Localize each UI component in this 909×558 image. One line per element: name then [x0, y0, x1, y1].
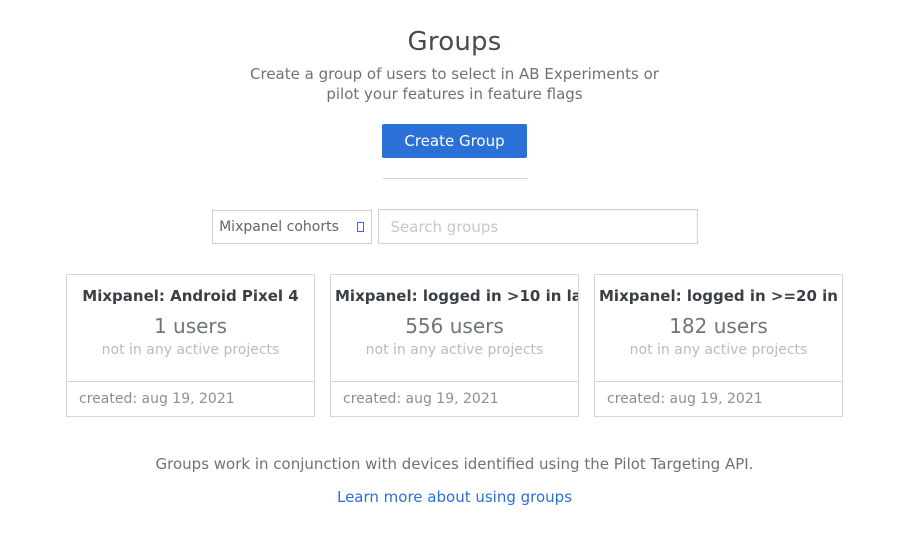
group-card[interactable]: Mixpanel: Android Pixel 4 1 users not in… [66, 274, 315, 417]
subtitle-line-2: pilot your features in feature flags [0, 84, 909, 104]
subtitle-line-1: Create a group of users to select in AB … [0, 64, 909, 84]
dropdown-glyph-icon [357, 222, 364, 232]
group-card-body: Mixpanel: logged in >=20 in last 30... 1… [595, 275, 842, 381]
group-card[interactable]: Mixpanel: logged in >10 in last 30 ... 5… [330, 274, 579, 417]
group-status: not in any active projects [331, 342, 578, 358]
group-created-date: created: aug 19, 2021 [67, 381, 314, 416]
group-status: not in any active projects [67, 342, 314, 358]
group-user-count: 1 users [67, 314, 314, 338]
search-groups-input[interactable] [378, 209, 698, 244]
page-title: Groups [0, 27, 909, 57]
page-subtitle: Create a group of users to select in AB … [0, 64, 909, 104]
cohort-source-dropdown[interactable]: Mixpanel cohorts [212, 210, 372, 244]
group-card[interactable]: Mixpanel: logged in >=20 in last 30... 1… [594, 274, 843, 417]
page-header: Groups Create a group of users to select… [0, 0, 909, 179]
cohort-source-value: Mixpanel cohorts [219, 219, 339, 235]
create-group-button[interactable]: Create Group [382, 124, 526, 158]
group-created-date: created: aug 19, 2021 [595, 381, 842, 416]
learn-more-link[interactable]: Learn more about using groups [337, 488, 572, 506]
group-card-body: Mixpanel: logged in >10 in last 30 ... 5… [331, 275, 578, 381]
group-title: Mixpanel: logged in >=20 in last 30... [595, 287, 842, 305]
header-divider [383, 178, 527, 179]
group-user-count: 182 users [595, 314, 842, 338]
footer-info-text: Groups work in conjunction with devices … [0, 455, 909, 473]
group-card-body: Mixpanel: Android Pixel 4 1 users not in… [67, 275, 314, 381]
group-user-count: 556 users [331, 314, 578, 338]
group-title: Mixpanel: Android Pixel 4 [67, 287, 314, 305]
group-title: Mixpanel: logged in >10 in last 30 ... [331, 287, 578, 305]
group-cards-row: Mixpanel: Android Pixel 4 1 users not in… [0, 274, 909, 417]
group-created-date: created: aug 19, 2021 [331, 381, 578, 416]
filter-bar: Mixpanel cohorts [0, 209, 909, 244]
group-status: not in any active projects [595, 342, 842, 358]
